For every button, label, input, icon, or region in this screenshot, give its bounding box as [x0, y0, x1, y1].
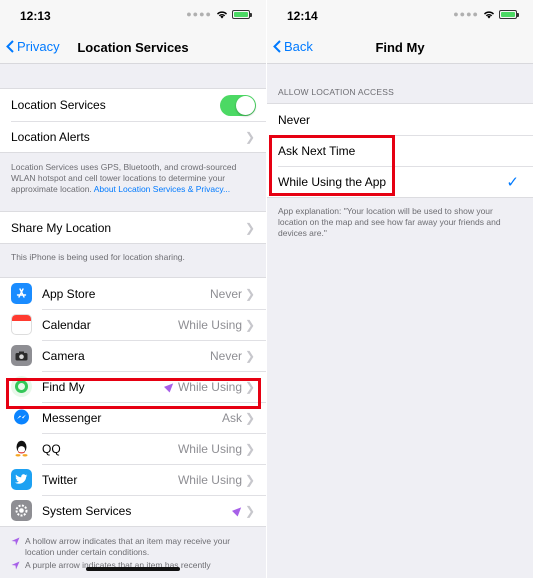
location-services-row: Location Services: [0, 89, 266, 121]
hollow-arrow-text: A hollow arrow indicates that an item ma…: [25, 536, 231, 557]
chevron-right-icon: ❯: [244, 503, 255, 518]
status-time: 12:14: [287, 9, 318, 23]
chevron-right-icon: ❯: [244, 472, 255, 487]
location-services-description: Location Services uses GPS, Bluetooth, a…: [0, 153, 266, 204]
twitter-icon: [11, 469, 32, 490]
app-permission-value: While Using: [177, 317, 242, 332]
share-my-location-row[interactable]: Share My Location ❯: [0, 212, 266, 243]
back-button[interactable]: Privacy: [6, 39, 60, 54]
location-alerts-label: Location Alerts: [11, 129, 90, 144]
app-row-camera[interactable]: Camera Never ❯: [0, 340, 266, 371]
app-name: App Store: [42, 286, 96, 301]
location-services-group: Location Services Location Alerts ❯: [0, 88, 266, 153]
location-alerts-row[interactable]: Location Alerts ❯: [0, 121, 266, 152]
chevron-right-icon: ❯: [244, 286, 255, 301]
app-permission-value: Ask: [221, 410, 242, 425]
chevron-right-icon: ❯: [244, 220, 255, 235]
options-highlight: [269, 135, 395, 196]
app-row-qq[interactable]: QQ While Using ❯: [0, 433, 266, 464]
settings-list: Location Services Location Alerts ❯ Loca…: [0, 64, 266, 578]
share-note: This iPhone is being used for location s…: [11, 252, 185, 262]
app-name: Twitter: [42, 472, 78, 487]
checkmark-icon: ✓: [506, 173, 519, 191]
option-never[interactable]: Never: [267, 104, 533, 135]
app-row-app-store[interactable]: App Store Never ❯: [0, 278, 266, 309]
section-header: ALLOW LOCATION ACCESS: [278, 87, 394, 97]
wifi-icon: [484, 10, 494, 18]
app-store-icon: [11, 283, 32, 304]
hollow-arrow-icon: [11, 537, 20, 549]
nav-bar: Privacy Location Services: [0, 30, 266, 64]
chevron-right-icon: ❯: [244, 129, 255, 144]
app-name: Calendar: [42, 317, 91, 332]
app-permission-value: [231, 504, 245, 517]
about-privacy-link[interactable]: About Location Services & Privacy...: [94, 184, 230, 194]
find-my-location-screen: 12:14 ●●●● Back Find My ALLOW LOCATION A…: [267, 0, 533, 578]
app-name: Messenger: [42, 410, 102, 425]
chevron-right-icon: ❯: [244, 348, 255, 363]
qq-icon: [11, 438, 32, 459]
calendar-icon: [11, 314, 32, 335]
back-label: Privacy: [17, 39, 60, 54]
back-label: Back: [284, 39, 313, 54]
app-row-twitter[interactable]: Twitter While Using ❯: [0, 464, 266, 495]
app-name: System Services: [42, 503, 132, 518]
purple-arrow-icon: [11, 561, 20, 573]
share-group: Share My Location ❯: [0, 211, 266, 244]
app-name: QQ: [42, 441, 61, 456]
app-name: Camera: [42, 348, 85, 363]
location-services-screen: 12:13 ●●●● Privacy Location Services Loc…: [0, 0, 266, 578]
option-label: Never: [278, 112, 311, 127]
chevron-right-icon: ❯: [244, 317, 255, 332]
status-icons: ●●●●: [186, 9, 252, 19]
wifi-icon: [217, 10, 227, 18]
app-explanation: App explanation: "Your location will be …: [278, 206, 501, 238]
location-services-label: Location Services: [11, 98, 106, 112]
location-arrow-icon: [231, 504, 245, 517]
back-button[interactable]: Back: [273, 39, 313, 54]
app-permission-value: While Using: [177, 441, 242, 456]
status-icons: ●●●●: [453, 9, 519, 19]
home-indicator[interactable]: [86, 567, 180, 571]
gear-icon: [11, 500, 32, 521]
share-my-location-label: Share My Location: [11, 220, 112, 235]
arrow-legend-note: A hollow arrow indicates that an item ma…: [0, 527, 266, 558]
chevron-left-icon: [273, 40, 281, 53]
app-permission-value: While Using: [177, 472, 242, 487]
battery-icon: [499, 9, 519, 19]
battery-icon: [232, 9, 252, 19]
status-bar: 12:14 ●●●●: [267, 0, 533, 30]
status-time: 12:13: [20, 9, 51, 23]
find-my-highlight: [6, 378, 261, 409]
app-row-calendar[interactable]: Calendar While Using ❯: [0, 309, 266, 340]
signal-icon: ●●●●: [186, 9, 212, 19]
chevron-left-icon: [6, 40, 14, 53]
app-permission-value: Never: [209, 286, 242, 301]
location-services-toggle[interactable]: [220, 94, 256, 116]
messenger-icon: [11, 407, 32, 428]
app-row-system-services[interactable]: System Services ❯: [0, 495, 266, 526]
nav-bar: Back Find My: [267, 30, 533, 64]
app-permission-value: Never: [209, 348, 242, 363]
status-bar: 12:13 ●●●●: [0, 0, 266, 30]
chevron-right-icon: ❯: [244, 410, 255, 425]
signal-icon: ●●●●: [453, 9, 479, 19]
chevron-right-icon: ❯: [244, 441, 255, 456]
camera-icon: [11, 345, 32, 366]
